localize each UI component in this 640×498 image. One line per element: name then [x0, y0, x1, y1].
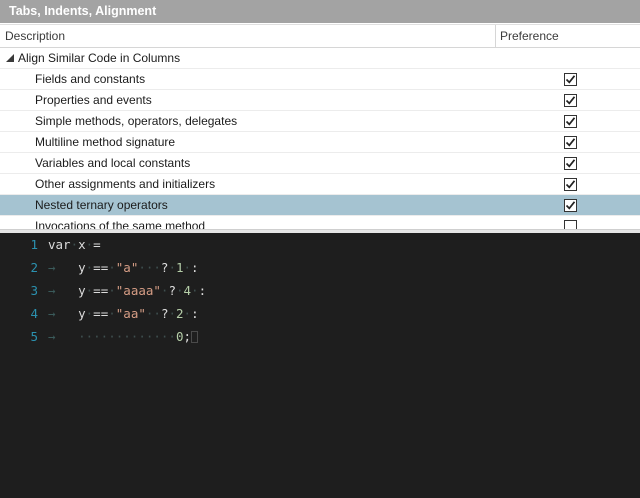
- setting-row-fields-and-constants[interactable]: Fields and constants: [0, 69, 640, 90]
- checkmark-icon: [565, 159, 576, 168]
- code-token: :: [198, 283, 207, 298]
- expand-collapse-icon[interactable]: [6, 54, 14, 62]
- line-number: 4: [30, 306, 38, 321]
- setting-label: Variables and local constants: [35, 156, 191, 170]
- code-token: ==: [93, 306, 109, 321]
- checkmark-icon: [565, 117, 576, 126]
- checkmark-icon: [565, 180, 576, 189]
- code-token: "a": [115, 260, 139, 275]
- code-preview-editor[interactable]: 1 var·x·= 2 → y·==·"a"···?·1·: 3 → y·==·…: [0, 233, 640, 498]
- setting-checkbox-nested-ternary-operators[interactable]: [564, 199, 577, 212]
- setting-label: Fields and constants: [35, 72, 146, 86]
- checkmark-icon: [565, 201, 576, 210]
- setting-label: Other assignments and initializers: [35, 177, 216, 191]
- line-number: 5: [30, 329, 38, 344]
- checkmark-icon: [565, 138, 576, 147]
- code-line-5: 5 → ·············0;: [0, 329, 640, 349]
- line-number: 3: [30, 283, 38, 298]
- checkmark-icon: [565, 96, 576, 105]
- setting-label: Simple methods, operators, delegates: [35, 114, 238, 128]
- setting-checkbox-multiline-method-signature[interactable]: [564, 136, 577, 149]
- line-number: 2: [30, 260, 38, 275]
- code-token: :: [191, 306, 199, 321]
- code-token: x: [78, 237, 86, 252]
- setting-row-nested-ternary-operators[interactable]: Nested ternary operators: [0, 195, 640, 216]
- setting-checkbox-other-assignments[interactable]: [564, 178, 577, 191]
- code-text: → ·············0;: [48, 329, 199, 344]
- settings-grid: Description Preference Align Similar Cod…: [0, 23, 640, 229]
- column-header-preference[interactable]: Preference: [500, 29, 559, 43]
- code-token: y: [78, 283, 86, 298]
- setting-checkbox-properties-and-events[interactable]: [564, 94, 577, 107]
- setting-checkbox-fields-and-constants[interactable]: [564, 73, 577, 86]
- setting-label: Nested ternary operators: [35, 198, 168, 212]
- group-row-align-similar-code[interactable]: Align Similar Code in Columns: [0, 48, 640, 69]
- code-text: → y·==·"aa"··?·2·:: [48, 306, 199, 321]
- code-line-4: 4 → y·==·"aa"··?·2·:: [0, 306, 640, 326]
- column-separator[interactable]: [495, 25, 496, 48]
- setting-label: Invocations of the same method: [35, 219, 206, 229]
- setting-checkbox-variables-and-local-constants[interactable]: [564, 157, 577, 170]
- code-text: var·x·=: [48, 237, 101, 252]
- code-token: :: [191, 260, 199, 275]
- code-token: 4: [183, 283, 192, 298]
- code-token: y: [78, 260, 86, 275]
- setting-row-invocations-same-method[interactable]: Invocations of the same method: [0, 216, 640, 229]
- grid-header: Description Preference: [0, 24, 640, 48]
- line-number: 1: [30, 237, 38, 252]
- code-token: ?: [168, 283, 176, 298]
- window-title: Tabs, Indents, Alignment: [0, 0, 640, 23]
- code-token: ==: [93, 260, 109, 275]
- setting-checkbox-simple-methods[interactable]: [564, 115, 577, 128]
- code-line-2: 2 → y·==·"a"···?·1·:: [0, 260, 640, 280]
- code-token: 2: [176, 306, 184, 321]
- code-token: "aa": [115, 306, 146, 321]
- code-token: "aaaa": [115, 283, 161, 298]
- setting-row-variables-and-local-constants[interactable]: Variables and local constants: [0, 153, 640, 174]
- setting-row-properties-and-events[interactable]: Properties and events: [0, 90, 640, 111]
- group-label: Align Similar Code in Columns: [18, 51, 181, 65]
- code-line-3: 3 → y·==·"aaaa"·?·4·:: [0, 283, 640, 303]
- text-caret: [191, 331, 199, 343]
- checkmark-icon: [565, 75, 576, 84]
- setting-row-multiline-method-signature[interactable]: Multiline method signature: [0, 132, 640, 153]
- code-token: y: [78, 306, 86, 321]
- column-header-description[interactable]: Description: [5, 29, 65, 43]
- code-token: ==: [93, 283, 109, 298]
- setting-label: Multiline method signature: [35, 135, 176, 149]
- code-token: ;: [183, 329, 192, 344]
- code-text: → y·==·"a"···?·1·:: [48, 260, 199, 275]
- code-token: =: [93, 237, 101, 252]
- code-token: 1: [175, 260, 184, 275]
- code-token: var: [48, 237, 71, 252]
- code-text: → y·==·"aaaa"·?·4·:: [48, 283, 207, 298]
- code-line-1: 1 var·x·=: [0, 237, 640, 257]
- setting-row-other-assignments[interactable]: Other assignments and initializers: [0, 174, 640, 195]
- setting-checkbox-invocations-same-method[interactable]: [564, 220, 577, 229]
- setting-label: Properties and events: [35, 93, 152, 107]
- setting-row-simple-methods[interactable]: Simple methods, operators, delegates: [0, 111, 640, 132]
